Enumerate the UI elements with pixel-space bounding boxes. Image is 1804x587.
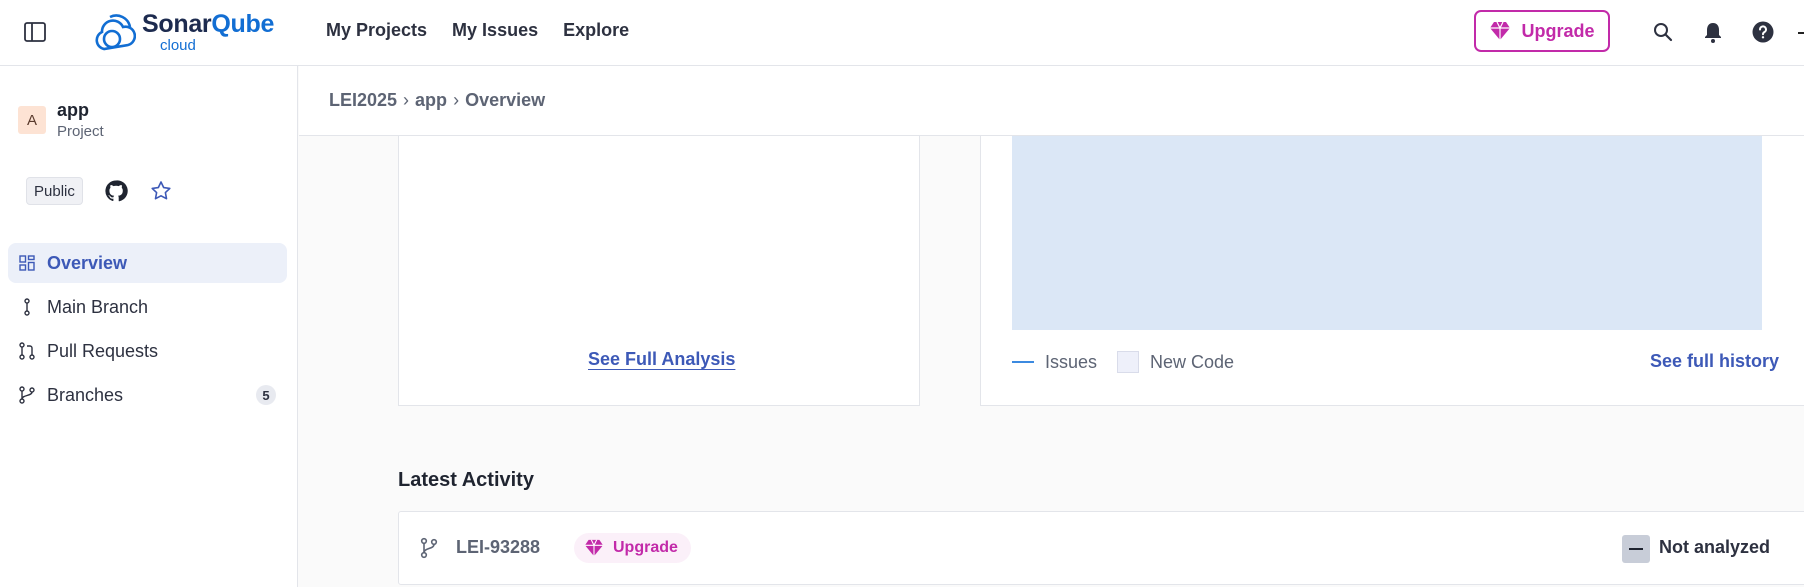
help-icon[interactable] (1751, 20, 1775, 44)
sonarqube-logo[interactable]: SonarQube cloud (92, 10, 274, 54)
visibility-badge: Public (26, 177, 83, 205)
logo-text-qube: Qube (211, 9, 275, 38)
star-icon[interactable] (149, 179, 173, 203)
grid-icon (19, 255, 35, 271)
nav-my-issues[interactable]: My Issues (452, 20, 538, 41)
search-icon[interactable] (1651, 20, 1675, 44)
analysis-status: Not analyzed (1659, 537, 1771, 557)
sidebar-toggle-icon[interactable] (24, 22, 46, 42)
chevron-right-icon: › (453, 90, 460, 110)
logo-text-cloud: cloud (160, 36, 196, 54)
pull-request-icon (19, 342, 35, 360)
branches-count-badge: 5 (256, 385, 276, 405)
nav-explore[interactable]: Explore (563, 20, 629, 41)
chevron-right-icon: › (403, 90, 410, 110)
diamond-icon (1490, 21, 1511, 40)
not-analyzed-icon (1622, 535, 1650, 563)
sidebar-item-branches[interactable]: Branches 5 (8, 375, 287, 415)
project-avatar: A (18, 106, 46, 134)
github-icon[interactable] (104, 179, 128, 203)
bell-icon[interactable] (1701, 20, 1725, 44)
breadcrumb-org[interactable]: LEI2025 (329, 90, 397, 111)
nav-my-projects[interactable]: My Projects (326, 20, 427, 41)
new-code-legend-swatch (1117, 351, 1140, 373)
sidebar-item-overview[interactable]: Overview (8, 243, 287, 283)
top-bar: SonarQube cloud My Projects My Issues Ex… (0, 0, 1804, 66)
diamond-icon (585, 539, 603, 557)
latest-activity-title: Latest Activity (398, 469, 534, 491)
breadcrumb-page: Overview (465, 90, 546, 110)
branch-name[interactable]: LEI-93288 (456, 537, 540, 558)
breadcrumb-project[interactable]: app (415, 90, 447, 111)
history-card: Issues New Code See full history (980, 136, 1804, 406)
breadcrumb: LEI2025 › app › Overview (299, 66, 1804, 136)
upgrade-badge-label: Upgrade (613, 539, 678, 556)
logo-text-sonar: Sonar (142, 9, 212, 38)
issues-legend-line (1012, 361, 1034, 363)
upgrade-button[interactable]: Upgrade (1474, 10, 1610, 52)
overflow-indicator (1798, 32, 1804, 34)
project-name[interactable]: app (57, 100, 89, 121)
see-full-history-link[interactable]: See full history (1650, 351, 1779, 372)
see-full-analysis-link[interactable]: See Full Analysis (588, 349, 735, 370)
branch-icon (420, 537, 438, 559)
sidebar-item-main-branch[interactable]: Main Branch (8, 287, 287, 327)
project-type: Project (57, 123, 104, 140)
project-sidebar: A app Project Public Overview Main Branc… (0, 66, 298, 587)
sidebar-item-label: Overview (47, 252, 128, 273)
legend-new-code-label: New Code (1150, 351, 1235, 372)
cloud-logo-icon (95, 14, 136, 51)
sidebar-item-label: Main Branch (47, 296, 149, 317)
upgrade-button-label: Upgrade (1521, 20, 1595, 41)
main-nav: My Projects My Issues Explore (326, 20, 629, 41)
branches-icon (19, 386, 35, 404)
sidebar-item-pull-requests[interactable]: Pull Requests (8, 331, 287, 371)
branch-line-icon (24, 298, 30, 316)
activity-row[interactable]: LEI-93288 Upgrade Not analyzed (398, 511, 1804, 585)
sidebar-item-label: Branches (47, 384, 124, 405)
analysis-card: See Full Analysis (398, 136, 920, 406)
sidebar-item-label: Pull Requests (47, 340, 159, 361)
upgrade-badge[interactable]: Upgrade (574, 533, 691, 563)
legend-issues-label: Issues (1045, 351, 1098, 372)
history-chart-area (1012, 136, 1762, 330)
chart-legend: Issues New Code (1012, 351, 1234, 373)
